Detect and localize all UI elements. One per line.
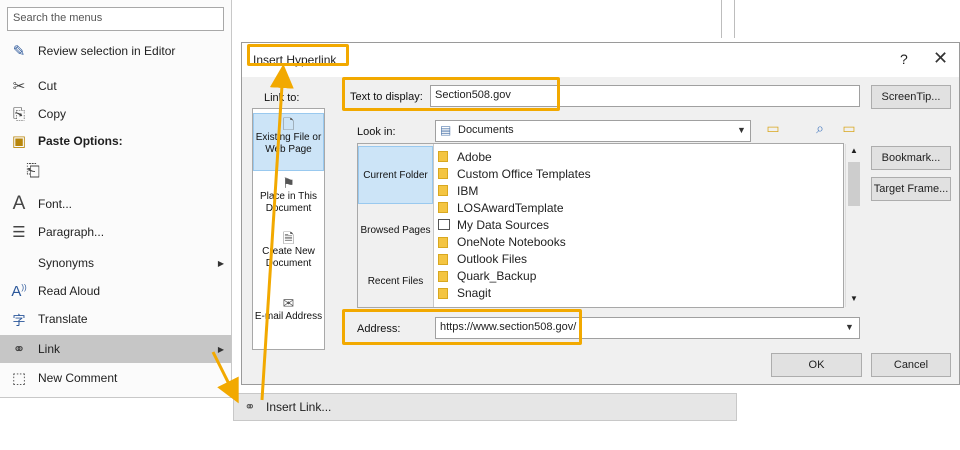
arrow-link-to-insert [211, 351, 239, 404]
arrow-insert-to-dialog [260, 64, 294, 401]
annotation-arrows [211, 64, 294, 404]
